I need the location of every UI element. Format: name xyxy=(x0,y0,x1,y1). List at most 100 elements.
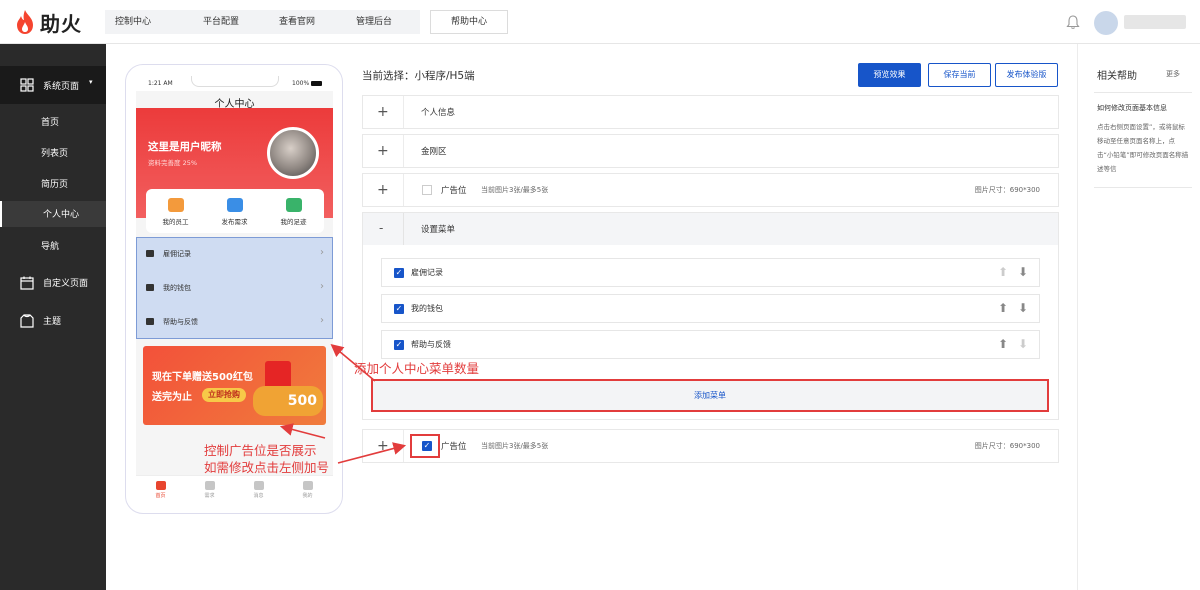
help-title: 相关帮助 xyxy=(1097,71,1137,82)
minus-icon[interactable]: - xyxy=(379,221,383,235)
menu-row-label: 雇佣记录 xyxy=(163,250,191,258)
menu-row-hire-record[interactable]: 雇佣记录 › xyxy=(137,238,332,272)
panel-ad-top[interactable]: + 广告位 当前图片3张/最多5张 图片尺寸：690*300 xyxy=(362,173,1059,207)
tab-mine[interactable]: 我的 xyxy=(283,476,332,499)
nav-official-site[interactable]: 查看官网 xyxy=(279,10,315,34)
nav-control-center[interactable]: 控制中心 xyxy=(115,10,151,34)
ad-image-size: 图片尺寸：690*300 xyxy=(974,442,1040,450)
home-icon xyxy=(155,481,166,490)
settings-row-wallet: ✓ 我的钱包 ⬆ ⬇ xyxy=(381,294,1040,323)
user-avatar[interactable] xyxy=(1094,11,1118,35)
profile-completeness: 资料完善度 25% xyxy=(148,159,198,167)
quick-actions: 我的员工 发布需求 我的足迹 xyxy=(146,189,324,233)
quick-post-demand[interactable]: 发布需求 xyxy=(205,189,264,226)
panel-title: 广告位 xyxy=(441,442,467,452)
panel-personal-info[interactable]: + 个人信息 xyxy=(362,95,1059,129)
page-title: 个人中心 xyxy=(214,99,255,110)
phone-notch xyxy=(191,76,279,87)
shirt-icon xyxy=(20,314,34,328)
plus-icon[interactable]: + xyxy=(377,181,389,199)
promo-buy-button[interactable]: 立即抢购 xyxy=(202,388,246,402)
bell-icon[interactable] xyxy=(1066,14,1080,30)
sidebar-item-label: 简历页 xyxy=(41,180,69,190)
sidebar-item-personal-center[interactable]: 个人中心 xyxy=(0,201,106,227)
tab-label: 消息 xyxy=(253,493,264,499)
message-icon xyxy=(253,481,264,490)
demand-icon xyxy=(204,481,215,490)
sidebar-item-label: 自定义页面 xyxy=(43,279,89,289)
checkbox-checked[interactable]: ✓ xyxy=(394,304,404,314)
ad-image-count: 当前图片3张/最多5张 xyxy=(481,186,549,194)
annotation-ad-control: 控制广告位是否展示 xyxy=(204,443,317,458)
checkbox-checked[interactable]: ✓ xyxy=(394,268,404,278)
menu-row-label: 帮助与反馈 xyxy=(163,318,198,326)
quick-my-staff[interactable]: 我的员工 xyxy=(146,189,205,226)
divider xyxy=(1094,187,1192,188)
mail-icon xyxy=(146,318,154,325)
save-button[interactable]: 保存当前 xyxy=(928,63,991,87)
sidebar-item-label: 主题 xyxy=(43,317,62,327)
divider xyxy=(403,174,404,206)
status-time: 1:21 AM xyxy=(148,80,173,87)
checkbox-highlight-box xyxy=(410,434,440,458)
arrow-down-icon[interactable]: ⬇ xyxy=(1018,337,1028,351)
sidebar-item-custom-pages[interactable]: 自定义页面 xyxy=(0,272,106,294)
arrow-up-icon[interactable]: ⬆ xyxy=(998,337,1008,351)
arrow-up-icon[interactable]: ⬆ xyxy=(998,301,1008,315)
checkbox-checked[interactable]: ✓ xyxy=(394,340,404,350)
ad-image-size: 图片尺寸：690*300 xyxy=(974,186,1040,194)
sidebar-item-resume[interactable]: 简历页 xyxy=(0,173,106,195)
calendar-icon xyxy=(20,276,34,290)
publish-button[interactable]: 发布体验版 xyxy=(995,63,1058,87)
sidebar-item-home[interactable]: 首页 xyxy=(0,111,106,133)
panel-kingkong[interactable]: + 金刚区 xyxy=(362,134,1059,168)
panel-title: 设置菜单 xyxy=(421,225,456,235)
preview-button[interactable]: 预览效果 xyxy=(858,63,921,87)
chevron-right-icon: › xyxy=(320,281,324,292)
tab-message[interactable]: 消息 xyxy=(234,476,283,499)
arrow-up-icon[interactable]: ⬆ xyxy=(998,265,1008,279)
panel-title: 个人信息 xyxy=(421,108,456,118)
promo-line2: 送完为止 xyxy=(152,392,192,403)
help-more-link[interactable]: 更多 xyxy=(1166,69,1180,79)
plus-icon[interactable]: + xyxy=(377,142,389,160)
wallet-icon xyxy=(146,284,154,291)
user-name-blurred[interactable] xyxy=(1124,15,1186,29)
menu-row-label: 我的钱包 xyxy=(163,284,191,292)
add-menu-button[interactable]: 添加菜单 xyxy=(371,379,1049,412)
settings-header[interactable]: - 设置菜单 xyxy=(363,213,1058,245)
sidebar-item-label: 首页 xyxy=(41,118,60,128)
nav-help-center[interactable]: 帮助中心 xyxy=(430,10,508,34)
profile-username: 这里是用户昵称 xyxy=(148,141,222,153)
sidebar-item-navigation[interactable]: 导航 xyxy=(0,235,106,257)
ad-banner[interactable]: 现在下单赠送500红包 送完为止 立即抢购 500 xyxy=(143,346,326,425)
settings-row-label: 帮助与反馈 xyxy=(411,340,451,349)
ad-visible-checkbox[interactable] xyxy=(422,185,432,195)
sidebar-group-label: 系统页面 xyxy=(43,82,80,92)
sidebar-group-system-pages[interactable]: 系统页面 ▾ xyxy=(0,66,106,104)
divider xyxy=(403,135,404,167)
settings-row-help-feedback: ✓ 帮助与反馈 ⬆ ⬇ xyxy=(381,330,1040,359)
tab-home[interactable]: 首页 xyxy=(136,476,185,499)
arrow-down-icon[interactable]: ⬇ xyxy=(1018,301,1028,315)
plus-icon[interactable]: + xyxy=(377,103,389,121)
nav-admin[interactable]: 管理后台 xyxy=(356,10,392,34)
sidebar-item-list[interactable]: 列表页 xyxy=(0,142,106,164)
nav-platform-config[interactable]: 平台配置 xyxy=(203,10,239,34)
plus-icon[interactable]: + xyxy=(377,437,389,455)
brand-logo[interactable]: 助火 xyxy=(14,8,82,36)
quick-my-footprints[interactable]: 我的足迹 xyxy=(264,189,323,226)
help-question[interactable]: 如何修改页面基本信息 xyxy=(1097,103,1189,113)
menu-row-help-feedback[interactable]: 帮助与反馈 › xyxy=(137,306,332,340)
panel-title: 金刚区 xyxy=(421,147,447,157)
tab-label: 需求 xyxy=(204,493,215,499)
top-nav: 控制中心 平台配置 查看官网 管理后台 xyxy=(105,10,420,34)
quick-label: 发布需求 xyxy=(221,218,248,226)
arrow-down-icon[interactable]: ⬇ xyxy=(1018,265,1028,279)
menu-row-wallet[interactable]: 我的钱包 › xyxy=(137,272,332,306)
tab-demand[interactable]: 需求 xyxy=(185,476,234,499)
chevron-right-icon: › xyxy=(320,315,324,326)
profile-avatar[interactable] xyxy=(267,127,319,179)
panel-ad-bottom[interactable]: + ✓ 广告位 当前图片3张/最多5张 图片尺寸：690*300 xyxy=(362,429,1059,463)
sidebar-item-theme[interactable]: 主题 xyxy=(0,310,106,332)
